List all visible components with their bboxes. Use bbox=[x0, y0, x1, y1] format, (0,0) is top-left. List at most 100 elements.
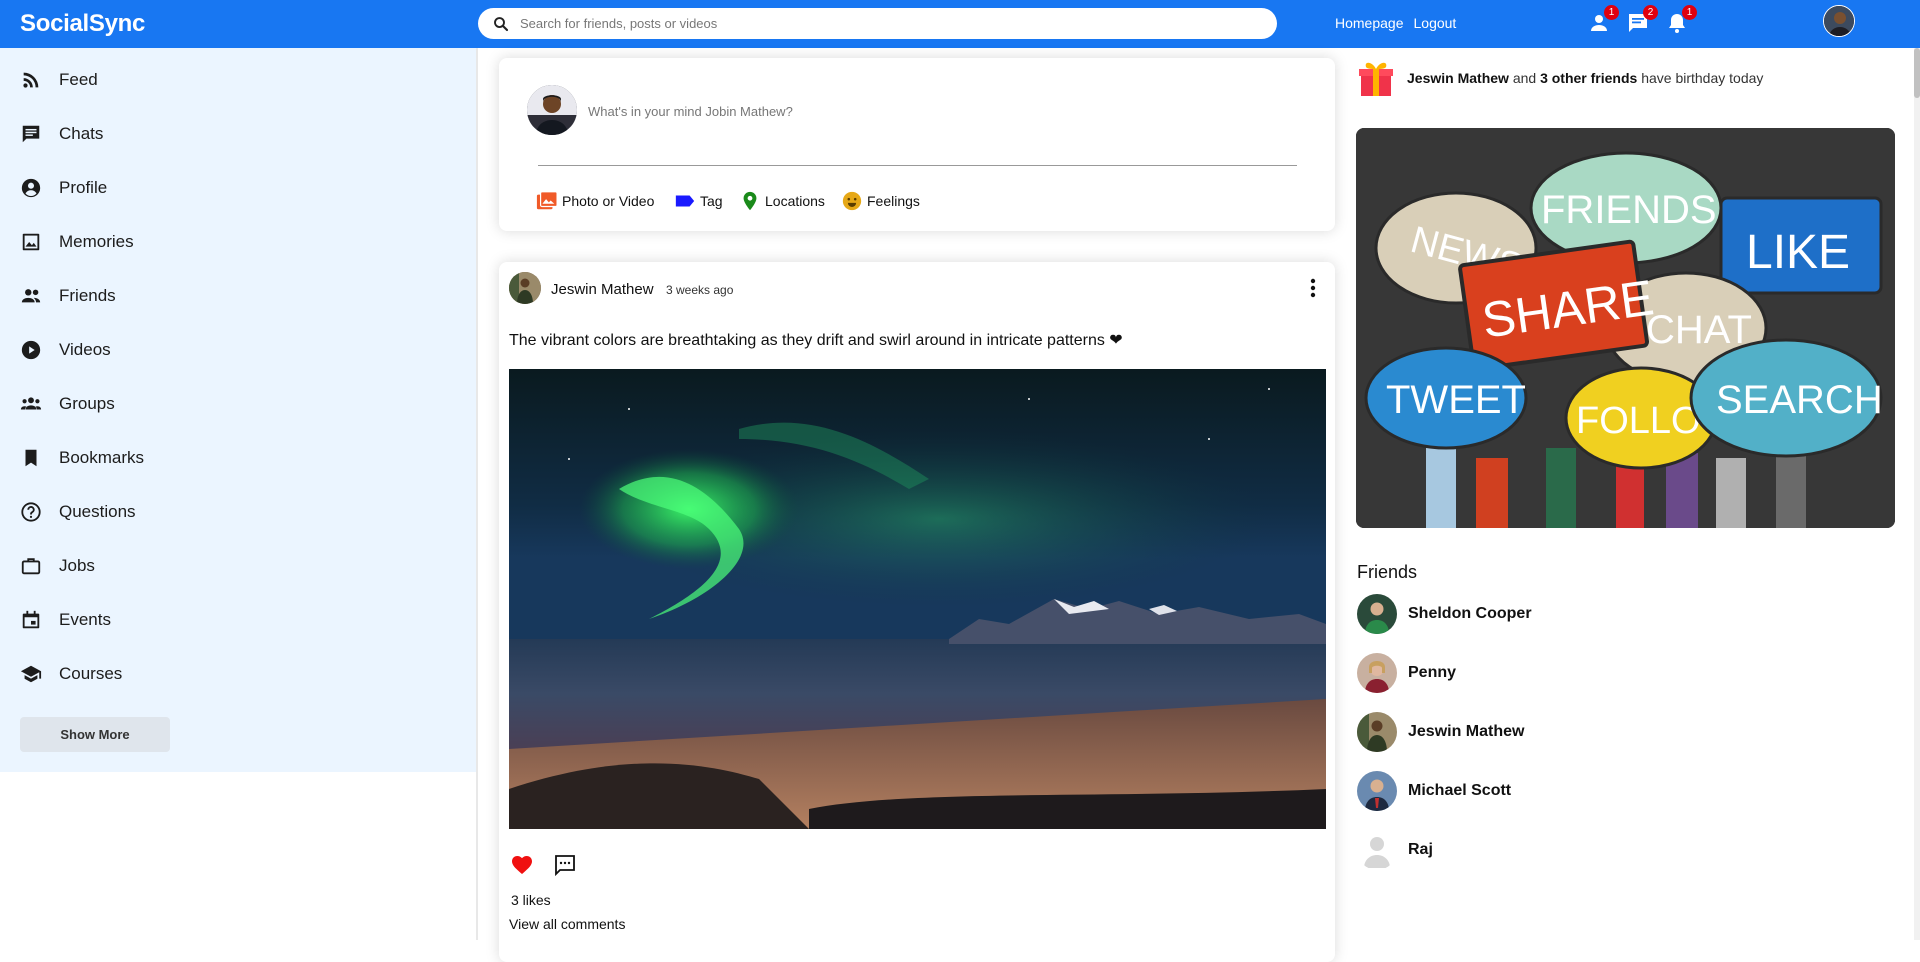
post-card: Jeswin Mathew 3 weeks ago The vibrant co… bbox=[499, 262, 1335, 962]
friend-item[interactable]: Jeswin Mathew bbox=[1357, 712, 1524, 752]
comment-icon bbox=[555, 855, 575, 877]
account-circle-icon bbox=[21, 178, 41, 198]
friend-item[interactable]: Penny bbox=[1357, 653, 1456, 693]
messages-button[interactable]: 2 bbox=[1626, 5, 1658, 35]
sidebar-item-videos[interactable]: Videos bbox=[20, 336, 111, 364]
sidebar-item-bookmarks[interactable]: Bookmarks bbox=[20, 444, 144, 472]
photo-library-icon bbox=[536, 191, 558, 210]
group-icon bbox=[20, 397, 42, 410]
post-author-name[interactable]: Jeswin Mathew bbox=[551, 281, 654, 298]
sidebar-item-label: Jobs bbox=[59, 556, 95, 575]
search-bar[interactable] bbox=[478, 8, 1277, 39]
ad-bubble-text: TWEET bbox=[1386, 378, 1526, 422]
sidebar-item-label: Friends bbox=[59, 286, 116, 305]
friend-requests-badge: 1 bbox=[1604, 5, 1619, 20]
user-avatar-image bbox=[527, 85, 577, 135]
ad-image: NEWS FRIENDS LIKE CHAT SHARE TWEET FOLLO… bbox=[1356, 128, 1895, 528]
friend-avatar bbox=[1357, 653, 1397, 693]
sidebar-item-label: Feed bbox=[59, 70, 98, 89]
emoji-icon bbox=[842, 191, 862, 211]
feelings-label: Feelings bbox=[867, 193, 920, 209]
friend-name: Penny bbox=[1408, 664, 1457, 681]
birthday-suffix: have birthday today bbox=[1641, 70, 1764, 86]
left-sidebar: Feed Chats Profile Memories Friends Vide… bbox=[0, 48, 476, 772]
ad-bubble-text: SEARCH bbox=[1716, 378, 1883, 422]
like-button[interactable] bbox=[510, 853, 534, 877]
sidebar-item-friends[interactable]: Friends bbox=[20, 282, 116, 310]
share-input[interactable]: What's in your mind Jobin Mathew? bbox=[588, 104, 793, 119]
ad-bubble-text: LIKE bbox=[1746, 226, 1850, 279]
post-author-avatar[interactable] bbox=[509, 272, 541, 304]
friend-avatar bbox=[1357, 594, 1397, 634]
default-avatar-icon bbox=[1357, 830, 1397, 870]
sidebar-item-label: Memories bbox=[59, 232, 134, 251]
locations-option[interactable]: Locations bbox=[739, 190, 825, 212]
notifications-badge: 1 bbox=[1682, 5, 1697, 20]
messages-badge: 2 bbox=[1643, 5, 1658, 20]
sidebar-item-events[interactable]: Events bbox=[20, 606, 111, 634]
sidebar-item-groups[interactable]: Groups bbox=[20, 390, 115, 418]
location-pin-icon bbox=[743, 191, 757, 211]
school-icon bbox=[20, 665, 42, 683]
sidebar-item-label: Events bbox=[59, 610, 111, 629]
friend-avatar bbox=[1357, 830, 1397, 870]
friend-item[interactable]: Michael Scott bbox=[1357, 771, 1511, 811]
page-scrollbar[interactable] bbox=[1914, 48, 1920, 940]
friend-item[interactable]: Sheldon Cooper bbox=[1357, 594, 1532, 634]
show-more-button[interactable]: Show More bbox=[20, 717, 170, 752]
homepage-link[interactable]: Homepage bbox=[1335, 15, 1404, 31]
scrollbar-thumb[interactable] bbox=[1914, 48, 1920, 98]
sidebar-item-label: Chats bbox=[59, 124, 104, 143]
ad-banner[interactable]: NEWS FRIENDS LIKE CHAT SHARE TWEET FOLLO… bbox=[1356, 128, 1895, 528]
more-vert-icon bbox=[1310, 278, 1316, 298]
friend-name: Raj bbox=[1408, 841, 1433, 858]
birthday-and: and bbox=[1512, 70, 1537, 86]
user-avatar[interactable] bbox=[1823, 5, 1855, 37]
comment-button[interactable] bbox=[553, 853, 577, 877]
ad-bubble-text: FRIENDS bbox=[1541, 188, 1717, 232]
sidebar-item-memories[interactable]: Memories bbox=[20, 228, 134, 256]
column-divider bbox=[476, 48, 478, 940]
view-comments-link[interactable]: View all comments bbox=[509, 916, 625, 932]
birthday-notice: Jeswin Mathew and 3 other friends have b… bbox=[1407, 70, 1763, 86]
app-logo[interactable]: SocialSync bbox=[20, 10, 145, 38]
friend-name: Jeswin Mathew bbox=[1408, 723, 1525, 740]
sidebar-item-feed[interactable]: Feed bbox=[20, 66, 98, 94]
top-links: Homepage Logout bbox=[1335, 15, 1456, 31]
top-bar: SocialSync Homepage Logout 1 2 1 bbox=[0, 0, 1920, 48]
sidebar-item-courses[interactable]: Courses bbox=[20, 660, 122, 688]
logout-link[interactable]: Logout bbox=[1414, 15, 1457, 31]
friend-avatar bbox=[1357, 712, 1397, 752]
label-icon bbox=[675, 195, 695, 207]
gift-icon bbox=[1356, 58, 1396, 98]
notifications-button[interactable]: 1 bbox=[1665, 5, 1697, 35]
birthday-others[interactable]: 3 other friends bbox=[1540, 70, 1637, 86]
birthday-friend-name[interactable]: Jeswin Mathew bbox=[1407, 70, 1509, 86]
photo-video-option[interactable]: Photo or Video bbox=[536, 190, 654, 212]
sidebar-item-jobs[interactable]: Jobs bbox=[20, 552, 95, 580]
sidebar-item-label: Profile bbox=[59, 178, 108, 197]
friend-requests-button[interactable]: 1 bbox=[1587, 5, 1619, 35]
friend-avatar bbox=[1357, 771, 1397, 811]
more-options-button[interactable] bbox=[1303, 276, 1323, 300]
likes-count: 3 likes bbox=[511, 892, 551, 908]
sidebar-item-questions[interactable]: Questions bbox=[20, 498, 136, 526]
sidebar-item-profile[interactable]: Profile bbox=[20, 174, 107, 202]
post-image[interactable] bbox=[509, 369, 1326, 829]
tag-label: Tag bbox=[700, 193, 723, 209]
friends-section-title: Friends bbox=[1357, 562, 1418, 582]
share-divider bbox=[538, 165, 1297, 166]
chat-icon bbox=[22, 125, 40, 143]
friend-item[interactable]: Raj bbox=[1357, 830, 1433, 870]
share-box: What's in your mind Jobin Mathew? Photo … bbox=[499, 58, 1335, 231]
photo-video-label: Photo or Video bbox=[562, 193, 655, 209]
user-avatar-image bbox=[1824, 6, 1854, 36]
search-input[interactable] bbox=[520, 16, 1260, 31]
friend-name: Sheldon Cooper bbox=[1408, 605, 1532, 622]
sidebar-item-chats[interactable]: Chats bbox=[20, 120, 103, 148]
sidebar-item-label: Bookmarks bbox=[59, 448, 145, 467]
feelings-option[interactable]: Feelings bbox=[841, 190, 920, 212]
tag-option[interactable]: Tag bbox=[674, 190, 723, 212]
help-circle-icon bbox=[21, 502, 41, 522]
play-circle-icon bbox=[21, 340, 41, 360]
